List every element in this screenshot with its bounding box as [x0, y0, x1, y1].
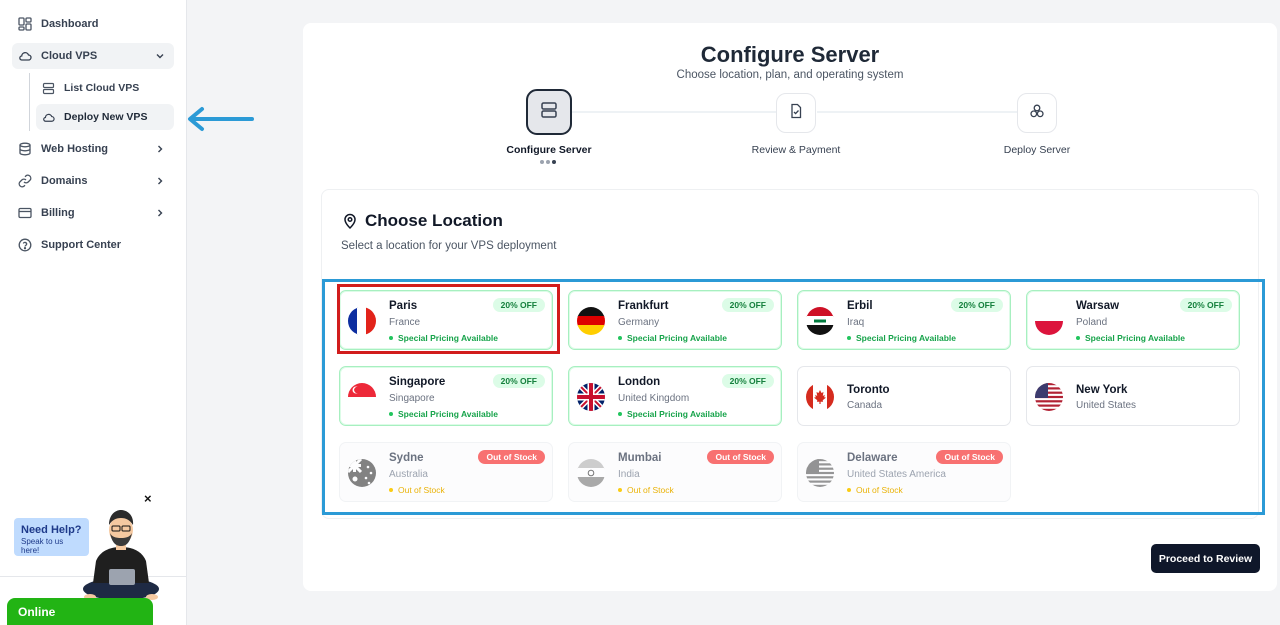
step-review-payment-icon[interactable] [776, 93, 816, 133]
sidebar-item-label: Domains [41, 175, 88, 187]
chevron-down-icon [154, 50, 166, 62]
sidebar-item-dashboard[interactable]: Dashboard [12, 11, 174, 37]
cloud-icon [18, 49, 32, 63]
sidebar-item-domains[interactable]: Domains [12, 168, 174, 194]
sidebar-item-label: Support Center [41, 239, 122, 251]
chevron-right-icon [154, 175, 166, 187]
support-character-illustration [83, 510, 159, 600]
help-icon [18, 238, 32, 252]
step-label: Review & Payment [751, 144, 841, 156]
sidebar-item-web-hosting[interactable]: Web Hosting [12, 136, 174, 162]
card-icon [18, 206, 32, 220]
boxes-icon [1029, 103, 1045, 124]
page-subtitle: Choose location, plan, and operating sys… [676, 69, 904, 81]
location-description: Select a location for your VPS deploymen… [341, 240, 557, 252]
step-label: Deploy Server [1003, 144, 1071, 156]
arrow-left-icon [188, 107, 254, 131]
step-progress-dots [540, 160, 556, 164]
sidebar-item-support-center[interactable]: Support Center [12, 232, 174, 258]
sidebar-subitem-list-cloud-vps[interactable]: List Cloud VPS [36, 75, 174, 101]
server-icon [539, 100, 559, 125]
step-configure-server-icon[interactable] [526, 89, 572, 135]
chevron-right-icon [154, 143, 166, 155]
submenu-guide-line [29, 73, 30, 131]
database-icon [18, 142, 32, 156]
sidebar-subitem-deploy-new-vps[interactable]: Deploy New VPS [36, 104, 174, 130]
proceed-to-review-button[interactable]: Proceed to Review [1151, 544, 1260, 573]
sidebar-item-label: Dashboard [41, 18, 99, 30]
help-title: Need Help? [21, 524, 82, 536]
chevron-right-icon [154, 207, 166, 219]
dashboard-icon [18, 17, 32, 31]
sidebar-subitem-label: Deploy New VPS [64, 111, 148, 123]
sidebar-item-label: Cloud VPS [41, 50, 98, 62]
location-heading: Choose Location [342, 211, 503, 231]
server-icon [42, 82, 55, 95]
sidebar-subitem-label: List Cloud VPS [64, 82, 140, 94]
annotation-highlight-red [337, 284, 560, 354]
step-label: Configure Server [506, 144, 592, 156]
link-icon [18, 174, 32, 188]
sidebar-item-label: Billing [41, 207, 75, 219]
step-deploy-server-icon[interactable] [1017, 93, 1057, 133]
step-connector [572, 111, 776, 113]
page-title: Configure Server [700, 42, 880, 67]
online-status-bar[interactable]: Online [7, 598, 153, 625]
map-pin-icon [342, 213, 358, 230]
step-connector [817, 111, 1017, 113]
sidebar-item-billing[interactable]: Billing [12, 200, 174, 226]
file-check-icon [788, 103, 804, 124]
location-title: Choose Location [365, 211, 503, 230]
help-subtitle: Speak to us here! [21, 537, 64, 555]
sidebar-item-cloud-vps[interactable]: Cloud VPS [12, 43, 174, 69]
cloud-icon [42, 111, 55, 124]
sidebar-item-label: Web Hosting [41, 143, 109, 155]
